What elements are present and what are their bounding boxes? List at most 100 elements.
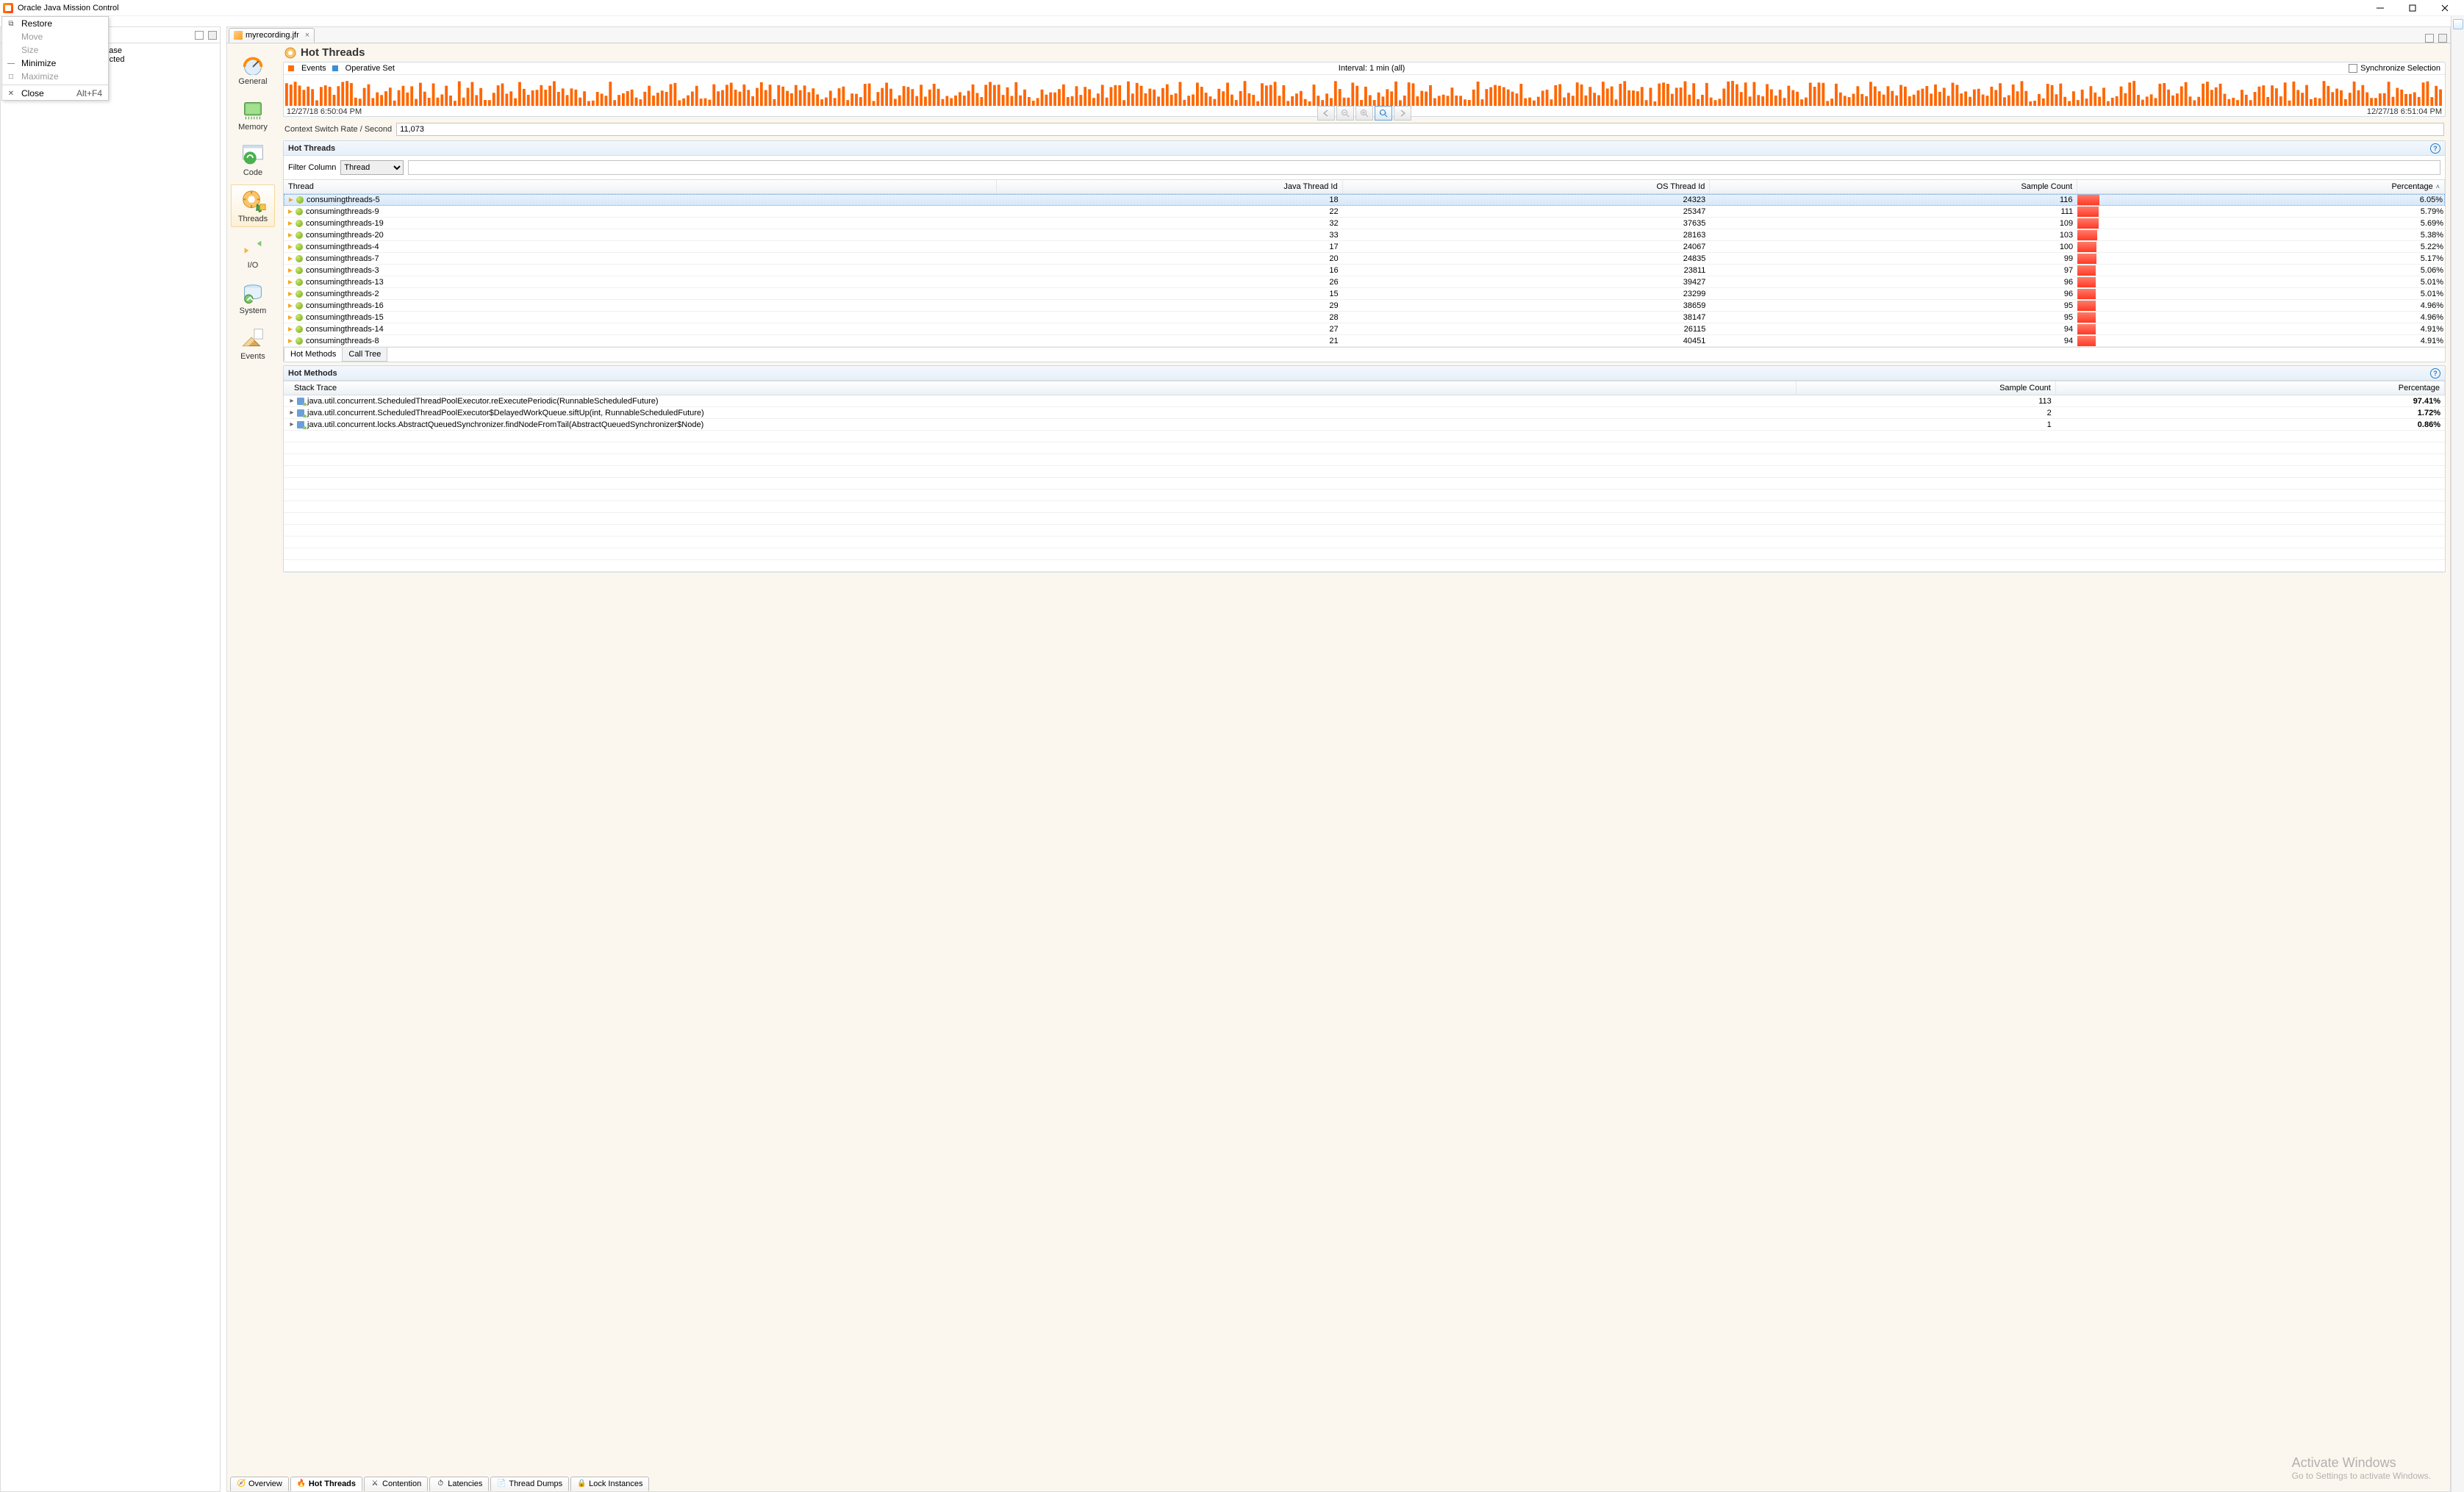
thread-icon [296, 267, 303, 274]
col-sample-count[interactable]: Sample Count [1710, 180, 2077, 193]
col-thread[interactable]: Thread [284, 180, 997, 193]
percentage-cell: 6.05% [2077, 195, 2444, 205]
page-tab-hot-threads[interactable]: 🔥Hot Threads [290, 1477, 362, 1491]
table-row[interactable]: consumingthreads-2033281631035.38% [284, 229, 2445, 241]
help-icon[interactable]: ? [2430, 143, 2440, 154]
percentage-cell: 5.22% [2077, 242, 2445, 252]
method-icon [297, 409, 304, 417]
col-stack-trace[interactable]: Stack Trace [284, 381, 1797, 395]
sysmenu-restore[interactable]: ⧉Restore [2, 17, 108, 30]
timeline-zoom-selection-button[interactable] [1375, 106, 1392, 121]
stack-trace: java.util.concurrent.locks.AbstractQueue… [307, 420, 703, 429]
nav-label: I/O [248, 261, 259, 270]
sysmenu-minimize[interactable]: —Minimize [2, 57, 108, 70]
page-title: Hot Threads [301, 46, 365, 59]
editor-minimize-icon[interactable] [2425, 34, 2434, 43]
timeline-start: 12/27/18 6:50:04 PM [287, 107, 362, 116]
editor-maximize-icon[interactable] [2438, 34, 2447, 43]
table-row[interactable]: consumingthreads-152838147954.96% [284, 312, 2445, 323]
table-row [284, 442, 2445, 454]
col-percentage[interactable]: Percentage [2056, 381, 2445, 395]
table-body[interactable]: consumingthreads-518243231166.05%consumi… [284, 194, 2445, 347]
table-row[interactable]: ▸java.util.concurrent.ScheduledThreadPoo… [284, 395, 2445, 407]
expand-icon[interactable]: ▸ [288, 420, 296, 428]
thread-run-icon [288, 256, 294, 262]
menu-label: Minimize [21, 58, 56, 68]
nav-general[interactable]: General [231, 48, 275, 89]
subtab-call-tree[interactable]: Call Tree [342, 348, 387, 362]
window-minimize-button[interactable] [2364, 0, 2396, 16]
nav-io[interactable]: I/O [231, 232, 275, 273]
hot-threads-table: Thread Java Thread Id OS Thread Id Sampl… [284, 179, 2445, 347]
page-tab-lock-instances[interactable]: 🔒Lock Instances [570, 1477, 649, 1491]
timeline-zoom-out-button[interactable] [1336, 106, 1354, 121]
table-row[interactable]: consumingthreads-518243231166.05% [284, 194, 2445, 206]
page-tab-contention[interactable]: ⚔Contention [364, 1477, 428, 1491]
table-row[interactable]: consumingthreads-417240671005.22% [284, 241, 2445, 253]
table-row[interactable]: consumingthreads-922253471115.79% [284, 206, 2445, 218]
table-row [284, 525, 2445, 537]
thread-name: consumingthreads-20 [306, 231, 384, 240]
context-switch-label: Context Switch Rate / Second [284, 125, 392, 134]
thread-name: consumingthreads-5 [307, 196, 380, 204]
view-maximize-icon[interactable] [208, 31, 217, 40]
page-nav: General Memory Code Threads I/O System E… [227, 43, 279, 1474]
browser-view: s the Java Flight Recorder. Please e the… [0, 26, 221, 1492]
table-row [284, 454, 2445, 466]
legend-opset: Operative Set [345, 64, 395, 73]
filter-column-select[interactable]: Thread [340, 160, 404, 175]
context-switch-value [396, 123, 2444, 136]
sample-count: 2 [1797, 409, 2056, 417]
col-percentage[interactable]: Percentage˄ [2077, 180, 2445, 193]
menu-label: Maximize [21, 71, 59, 82]
percentage-cell: 4.91% [2077, 336, 2445, 346]
page-tab-overview[interactable]: 🧭Overview [230, 1477, 289, 1491]
menu-label: Close [21, 88, 44, 98]
tab-icon: 🔒 [577, 1480, 586, 1488]
thread-run-icon [288, 303, 294, 309]
menu-shortcut: Alt+F4 [76, 88, 102, 98]
table-body[interactable]: ▸java.util.concurrent.ScheduledThreadPoo… [284, 395, 2445, 572]
nav-memory[interactable]: Memory [231, 93, 275, 135]
timeline-chart[interactable] [284, 75, 2445, 107]
table-row[interactable]: consumingthreads-72024835995.17% [284, 253, 2445, 265]
nav-system[interactable]: System [231, 277, 275, 318]
expand-icon[interactable]: ▸ [288, 397, 296, 405]
percentage-cell: 4.96% [2077, 312, 2445, 323]
perspective-button[interactable] [2453, 19, 2463, 29]
table-row[interactable]: consumingthreads-82140451944.91% [284, 335, 2445, 347]
menu-label: Restore [21, 18, 52, 29]
sync-selection-checkbox[interactable]: Synchronize Selection [2349, 64, 2440, 73]
table-row[interactable]: consumingthreads-162938659954.96% [284, 300, 2445, 312]
timeline-nav-fwd-button[interactable] [1394, 106, 1411, 121]
table-row[interactable]: consumingthreads-1932376351095.69% [284, 218, 2445, 229]
window-maximize-button[interactable] [2396, 0, 2429, 16]
nav-code[interactable]: Code [231, 139, 275, 180]
editor-tab[interactable]: myrecording.jfr × [229, 28, 315, 43]
nav-events[interactable]: Events [231, 323, 275, 364]
table-row[interactable]: consumingthreads-21523299965.01% [284, 288, 2445, 300]
close-tab-icon[interactable]: × [305, 31, 309, 40]
table-row[interactable]: consumingthreads-142726115944.91% [284, 323, 2445, 335]
percentage-cell: 5.01% [2077, 277, 2445, 287]
view-minimize-icon[interactable] [195, 31, 204, 40]
col-os-thread-id[interactable]: OS Thread Id [1343, 180, 1711, 193]
table-row[interactable]: consumingthreads-132639427965.01% [284, 276, 2445, 288]
col-java-thread-id[interactable]: Java Thread Id [997, 180, 1342, 193]
timeline-zoom-in-button[interactable] [1355, 106, 1373, 121]
editor-area: myrecording.jfr × General Memory Code Th… [226, 26, 2451, 1492]
page-tab-thread-dumps[interactable]: 📄Thread Dumps [490, 1477, 569, 1491]
sysmenu-close[interactable]: ✕CloseAlt+F4 [2, 87, 108, 100]
table-row[interactable]: ▸ java.util.concurrent.locks.AbstractQueu… [284, 419, 2445, 431]
page-tab-latencies[interactable]: ⏱Latencies [429, 1477, 489, 1491]
table-row[interactable]: ▸java.util.concurrent.ScheduledThreadPoo… [284, 407, 2445, 419]
filter-text-input[interactable] [408, 160, 2440, 175]
col-sample-count[interactable]: Sample Count [1797, 381, 2056, 395]
window-close-button[interactable] [2429, 0, 2461, 16]
subtab-hot-methods[interactable]: Hot Methods [284, 348, 343, 362]
expand-icon[interactable]: ▸ [288, 409, 296, 417]
timeline-nav-back-button[interactable] [1317, 106, 1335, 121]
help-icon[interactable]: ? [2430, 368, 2440, 379]
table-row[interactable]: consumingthreads-31623811975.06% [284, 265, 2445, 276]
nav-threads[interactable]: Threads [231, 184, 275, 227]
